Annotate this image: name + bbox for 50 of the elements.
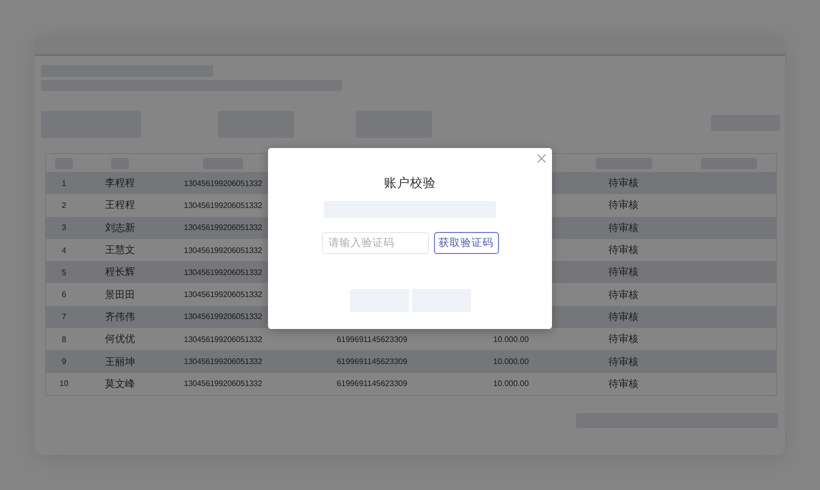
name-cell-text: 程长辉 bbox=[104, 266, 136, 280]
status-cell-text: 待审核 bbox=[608, 176, 640, 190]
id-number-cell-text: 130456199206051332 bbox=[182, 200, 264, 210]
name-cell-text: 王丽坤 bbox=[104, 356, 136, 369]
close-icon[interactable] bbox=[537, 154, 546, 163]
index-cell-text: 9 bbox=[60, 357, 68, 366]
index-cell-text: 5 bbox=[60, 268, 68, 277]
code-input-field[interactable]: 请输入验证码 bbox=[322, 232, 428, 254]
status-cell-text: 待审核 bbox=[608, 378, 640, 391]
id-number-cell-text: 130456199206051332 bbox=[182, 312, 264, 322]
name-cell-text: 莫文峰 bbox=[104, 378, 136, 391]
name-cell-text: 刘志新 bbox=[104, 222, 136, 235]
id-number-cell-text: 130456199206051332 bbox=[182, 334, 264, 344]
status-cell-text: 待审核 bbox=[608, 356, 640, 369]
amount-cell-text: 10.000.00 bbox=[492, 334, 530, 344]
index-cell-text: 6 bbox=[60, 290, 68, 300]
name-cell-text: 景田田 bbox=[104, 288, 136, 302]
get-code-button[interactable]: 获取验证码 bbox=[434, 232, 498, 254]
status-cell-text: 待审核 bbox=[608, 244, 640, 258]
index-cell-text: 10 bbox=[58, 379, 70, 388]
status-cell-text: 待审核 bbox=[608, 310, 640, 324]
status-cell-text: 待审核 bbox=[608, 198, 640, 212]
name-cell-text: 何优优 bbox=[104, 333, 136, 346]
name-cell-text: 王慧文 bbox=[104, 244, 136, 258]
id-number-cell-text: 130456199206051332 bbox=[182, 357, 264, 366]
id-number-cell-text: 130456199206051332 bbox=[182, 178, 264, 188]
id-number-cell-text: 130456199206051332 bbox=[182, 246, 264, 255]
id-number-cell-text: 130456199206051332 bbox=[182, 268, 264, 277]
name-cell-text: 齐伟伟 bbox=[104, 310, 136, 324]
status-cell-text: 待审核 bbox=[608, 266, 640, 280]
index-cell-text: 2 bbox=[60, 200, 68, 210]
id-number-cell-text: 130456199206051332 bbox=[182, 223, 264, 232]
status-cell-text: 待审核 bbox=[608, 332, 640, 346]
id-number-cell-text: 130456199206051332 bbox=[182, 379, 264, 388]
index-cell-text: 4 bbox=[60, 246, 68, 255]
status-cell-text: 待审核 bbox=[608, 222, 640, 235]
card-number-cell-text: 6199691145623309 bbox=[336, 379, 408, 388]
dialog-title: 账户校验 bbox=[384, 175, 436, 192]
index-cell-text: 1 bbox=[60, 178, 68, 188]
amount-cell-text: 10.000.00 bbox=[492, 357, 530, 366]
status-cell-text: 待审核 bbox=[608, 288, 640, 302]
index-cell-text: 7 bbox=[60, 312, 68, 322]
name-cell-text: 李程程 bbox=[104, 176, 136, 190]
id-number-cell-text: 130456199206051332 bbox=[182, 290, 264, 300]
card-number-cell-text: 6199691145623309 bbox=[336, 334, 408, 344]
card-number-cell-text: 6199691145623309 bbox=[336, 357, 408, 366]
amount-cell-text: 10.000.00 bbox=[492, 379, 530, 388]
name-cell-text: 王程程 bbox=[104, 199, 136, 212]
index-cell-text: 8 bbox=[60, 334, 68, 344]
index-cell-text: 3 bbox=[60, 223, 68, 232]
